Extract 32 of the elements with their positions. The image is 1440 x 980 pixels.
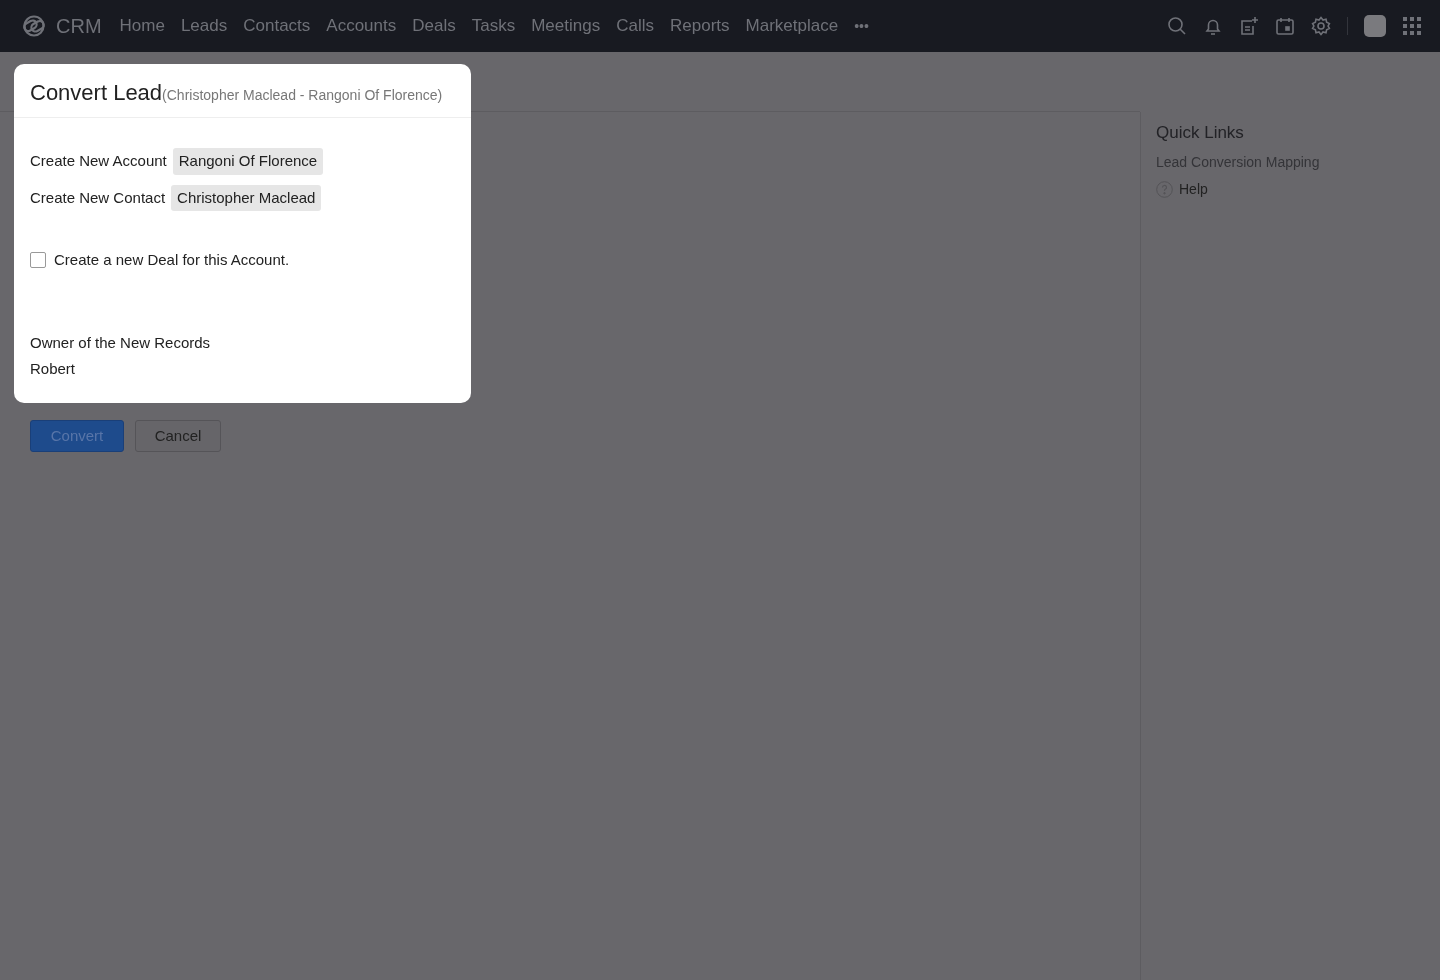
nav-link[interactable]: Accounts: [318, 13, 405, 39]
app-grid-icon[interactable]: [1402, 16, 1422, 36]
help-link[interactable]: Help: [1179, 178, 1208, 200]
calendar-icon[interactable]: [1275, 16, 1295, 36]
nav-link[interactable]: Leads: [172, 13, 236, 39]
checkbox[interactable]: [30, 252, 46, 269]
convert-button[interactable]: Convert: [30, 420, 124, 452]
nav-link[interactable]: Home: [111, 13, 173, 39]
field-label: Create New Account: [30, 151, 167, 171]
more-menu[interactable]: •••: [846, 15, 877, 37]
app-name: CRM: [56, 14, 102, 39]
nav-link[interactable]: Reports: [662, 13, 738, 39]
nav-link[interactable]: Meetings: [523, 13, 609, 39]
nav-link[interactable]: Contacts: [235, 13, 319, 39]
field-label: Create New Contact: [30, 187, 166, 208]
field-value: Rangoni Of Florence: [172, 148, 324, 175]
cancel-button[interactable]: Cancel: [135, 420, 221, 452]
panel-title: Quick Links: [1156, 122, 1245, 144]
checkbox-label: Create a new Deal for this Account.: [54, 250, 290, 270]
nav-link[interactable]: Deals: [404, 13, 464, 39]
avatar[interactable]: [1364, 15, 1386, 37]
field-label: Owner of the New Records: [30, 332, 212, 353]
dialog-title: Convert Lead: [30, 79, 163, 107]
search-icon[interactable]: [1167, 16, 1187, 36]
nav-link[interactable]: Tasks: [463, 13, 524, 39]
nav-link[interactable]: Calls: [608, 13, 662, 39]
field-value: Christopher Maclead: [171, 184, 322, 211]
field-value: Robert: [30, 359, 77, 379]
note-add-icon[interactable]: [1239, 16, 1259, 36]
dialog-subtitle: (Christopher Maclead - Rangoni Of Florence): [162, 86, 443, 105]
nav-link[interactable]: Marketplace: [737, 13, 847, 39]
settings-icon[interactable]: [1311, 16, 1331, 36]
